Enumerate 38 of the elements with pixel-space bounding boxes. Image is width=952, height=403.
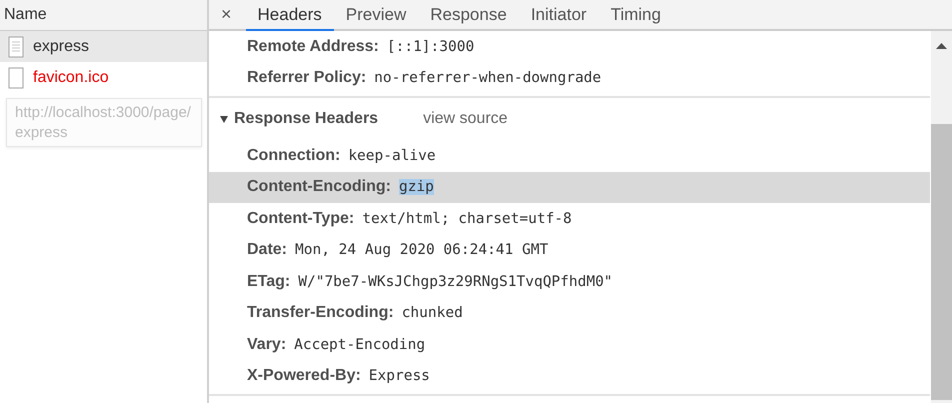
tab[interactable]: Headers <box>246 0 334 31</box>
column-header[interactable]: Name <box>0 0 207 31</box>
header-value: Accept-Encoding <box>294 336 426 353</box>
section-title[interactable]: Response Headers <box>234 110 378 128</box>
header-name: Vary: <box>247 336 286 354</box>
url-tooltip: http://localhost:3000/page/express <box>6 98 202 147</box>
header-name: Referrer Policy: <box>247 69 366 88</box>
request-row[interactable]: express <box>0 31 207 62</box>
header-value: gzip <box>398 179 434 196</box>
tab[interactable]: Preview <box>334 0 418 29</box>
close-button[interactable]: × <box>221 0 246 29</box>
tab[interactable]: Initiator <box>518 0 599 29</box>
scroll-up-arrow-icon[interactable] <box>936 43 947 49</box>
header-value: chunked <box>402 305 463 322</box>
header-name: Transfer-Encoding: <box>247 304 394 322</box>
tab[interactable]: Timing <box>598 0 673 29</box>
header-name: X-Powered-By: <box>247 367 361 386</box>
header-value: [::1]:3000 <box>386 38 474 55</box>
file-icon <box>8 66 24 88</box>
header-name: Connection: <box>247 146 340 165</box>
header-name: Remote Address: <box>247 38 379 56</box>
view-source-link[interactable]: view source <box>423 110 508 128</box>
header-name: Content-Encoding: <box>247 178 391 196</box>
header-name: Content-Type: <box>247 210 354 228</box>
header-name: Date: <box>247 241 288 260</box>
header-value: keep-alive <box>348 148 436 164</box>
scrollbar[interactable] <box>931 31 952 403</box>
document-icon <box>8 36 24 58</box>
scrollbar-thumb[interactable] <box>931 124 952 400</box>
header-value: Mon, 24 Aug 2020 06:24:41 GMT <box>295 242 548 258</box>
header-name: ETag: <box>247 272 290 291</box>
expanded-triangle-icon[interactable] <box>220 116 228 122</box>
header-value: W/"7be7-WKsJChgp3z29RNgS1TvqQPfhdM0" <box>298 274 613 290</box>
header-value: Express <box>368 368 430 384</box>
tab[interactable]: Response <box>418 0 519 29</box>
header-value: no-referrer-when-downgrade <box>374 70 602 86</box>
request-row[interactable]: favicon.ico <box>0 62 207 93</box>
header-value: text/html; charset=utf-8 <box>362 210 572 227</box>
